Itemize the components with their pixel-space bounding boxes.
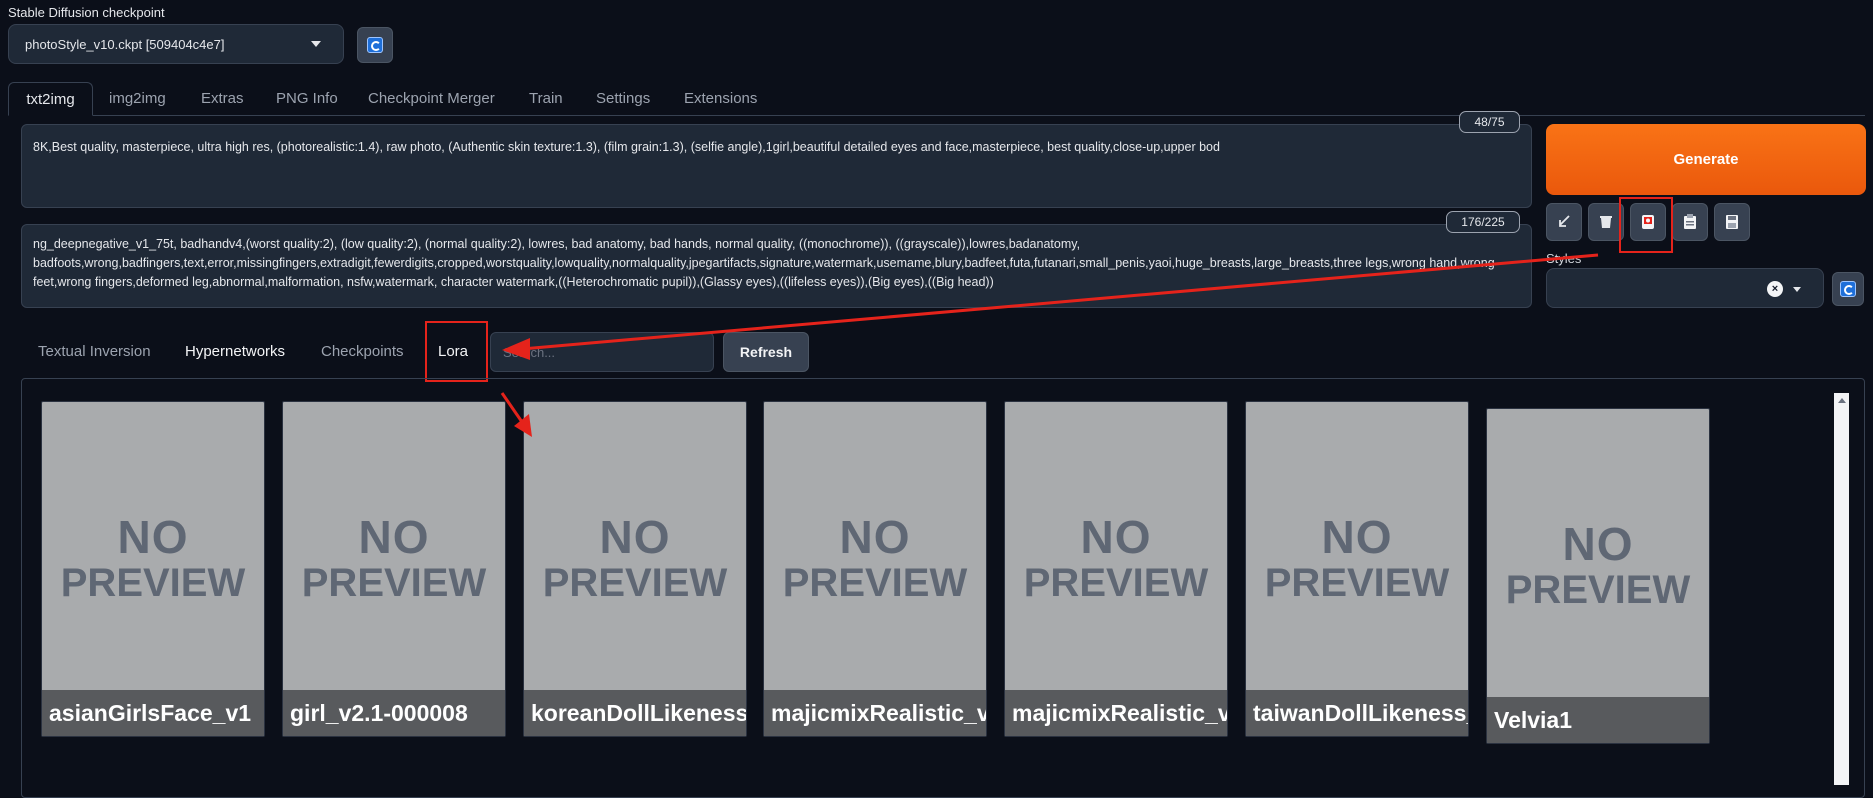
arrowhead-lora [502, 338, 530, 360]
arrowhead-cards [514, 414, 532, 437]
annotation-arrows [500, 253, 1599, 437]
arrow-line-to-lora [521, 253, 1599, 351]
arrow-line-to-cards [500, 392, 524, 423]
